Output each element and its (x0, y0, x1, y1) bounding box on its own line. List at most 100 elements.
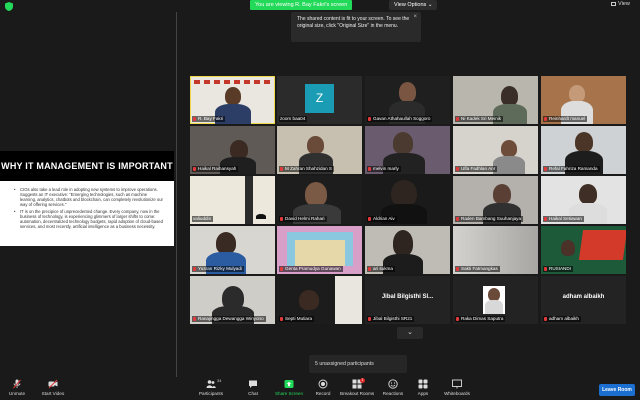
participant-head (501, 140, 517, 157)
participant-tile[interactable]: Septi Mutiara (277, 276, 362, 324)
muted-mic-icon (193, 116, 196, 121)
participant-tile[interactable]: Reinhardt manuel (541, 76, 626, 124)
participants-button[interactable]: 34 Participants (197, 378, 225, 396)
apps-button[interactable]: Apps (414, 379, 432, 396)
participant-tile[interactable]: adham albaikh adham albaikh (541, 276, 626, 324)
participant-tile[interactable]: Ni Kadek Sri Meinik (453, 76, 538, 124)
record-label: Record (315, 391, 331, 396)
participant-tile[interactable]: Jibal Bilgisthi Sl... Jibal Bilgisthi SR… (365, 276, 450, 324)
participant-name: adham albaikh (543, 316, 581, 322)
muted-mic-icon (193, 166, 196, 171)
participant-name: Ni Kadek Sri Meinik (455, 116, 504, 122)
participant-tile[interactable]: Raden Bambang Suuhanjaya (453, 176, 538, 224)
participants-label: Participants (198, 391, 223, 396)
participant-tile[interactable]: Ulfa Fadhlan Anr (453, 126, 538, 174)
participant-name: R. Bay Fakri (192, 116, 226, 122)
participant-tile[interactable]: melvin marly (365, 126, 450, 174)
participant-head (501, 86, 518, 106)
participant-head (391, 180, 417, 206)
participant-name: zoom baa04 (279, 116, 308, 122)
participant-name: Jibal Bilgisthi SR21 (367, 316, 415, 322)
muted-mic-icon (280, 166, 283, 171)
start-video-button[interactable]: Start Video (40, 379, 66, 396)
meeting-toolbar: Unmute Start Video 34 Participants Chat … (0, 378, 640, 400)
panel-splitter[interactable] (176, 12, 177, 377)
grid-icon (611, 1, 616, 6)
breakout-rooms-label: Breakout Rooms (340, 391, 375, 396)
participant-name: Genta Pramudya Gunawan (279, 266, 343, 272)
muted-mic-icon (456, 166, 459, 171)
participant-name: Sakti Fatmangkas (455, 266, 500, 272)
participant-name: Reinhardt manuel (543, 116, 588, 122)
muted-mic-icon (368, 266, 371, 271)
participant-tile[interactable]: ari sukma (365, 226, 450, 274)
participant-tile[interactable]: RUSIANDI (541, 226, 626, 274)
microphone-muted-icon (13, 379, 21, 389)
participant-head (399, 82, 416, 102)
shield-icon[interactable] (5, 2, 13, 11)
chevron-down-icon[interactable]: ⌄ (397, 327, 423, 339)
participant-tile[interactable]: Raka Dimas Saputra (453, 276, 538, 324)
participant-tile[interactable]: Gavan Athahaullah Soggoro (365, 76, 450, 124)
unmute-button[interactable]: Unmute (6, 379, 28, 396)
participant-head (569, 85, 585, 102)
participant-name: Raka Dimas Saputra (455, 316, 506, 322)
unassigned-participants-notice[interactable]: 5 unassigned participants (309, 355, 407, 373)
participant-head (225, 87, 241, 105)
participant-tile[interactable]: Haikal Setiawan (541, 176, 626, 224)
participant-head (393, 230, 413, 256)
record-button[interactable]: Record (313, 379, 333, 396)
shared-screen-slide: WHY IT MANAGEMENT IS IMPORTANT CIOs also… (0, 151, 174, 246)
whiteboard-icon (452, 379, 462, 389)
breakout-rooms-badge: 1 (360, 378, 365, 383)
participant-head (307, 136, 324, 154)
participant-head (493, 184, 511, 204)
participant-name: David Helmi Rahari (279, 216, 327, 222)
participant-tile[interactable]: Refal Fahriza Ramanda (541, 126, 626, 174)
leave-room-button[interactable]: Leave Room (599, 384, 635, 396)
view-options-button[interactable]: View Options ⌄ (389, 0, 438, 10)
breakout-rooms-button[interactable]: 1 Breakout Rooms (340, 378, 375, 396)
participant-tile[interactable]: Haikal Raihansyah (190, 126, 275, 174)
muted-mic-icon (544, 116, 547, 121)
participant-tile[interactable]: Sakti Fatmangkas (453, 226, 538, 274)
participant-tile[interactable]: Aldrian Aiv (365, 176, 450, 224)
participant-head (393, 132, 413, 154)
apps-icon (418, 379, 428, 389)
participant-tile[interactable]: M Zahran Shahzidan S (277, 126, 362, 174)
participant-head (299, 290, 319, 310)
slide-body: CIOs also take a lead role in adopting n… (14, 187, 164, 231)
muted-mic-icon (193, 266, 196, 271)
participant-name: Yusran Rizky Mulyadi (192, 266, 244, 272)
reactions-label: Reactions (382, 391, 404, 396)
slide-bullet: CIOs also take a lead role in adopting n… (14, 187, 164, 207)
close-icon[interactable]: × (413, 14, 417, 21)
tooltip-text: The shared content is fit to your screen… (297, 16, 410, 29)
view-button[interactable]: View (611, 1, 630, 7)
muted-mic-icon (368, 116, 371, 121)
participant-display-name: Jibal Bilgisthi Sl... (381, 294, 434, 300)
participant-tile[interactable]: R. Bay Fakri (190, 76, 275, 124)
participant-tile[interactable]: valiuddin (190, 176, 275, 224)
participant-body (493, 156, 525, 174)
record-icon (318, 379, 328, 389)
share-screen-button[interactable]: Share Screen (274, 379, 304, 396)
reactions-button[interactable]: Reactions (381, 379, 405, 396)
chat-icon (249, 380, 257, 388)
participant-tile[interactable]: Z zoom baa04 (277, 76, 362, 124)
participant-display-name: adham albaikh (562, 294, 605, 300)
participant-tile[interactable]: Yusran Rizky Mulyadi (190, 226, 275, 274)
muted-mic-icon (456, 216, 459, 221)
muted-mic-icon (193, 316, 196, 321)
participant-tile[interactable]: Ranajingga Dewangga Winyono (190, 276, 275, 324)
whiteboards-label: Whiteboards (444, 391, 470, 396)
participant-name: Ranajingga Dewangga Winyono (192, 316, 266, 322)
participant-head (561, 240, 575, 256)
chat-button[interactable]: Chat (245, 379, 261, 396)
participant-name: melvin marly (367, 166, 401, 172)
muted-mic-icon (544, 166, 547, 171)
participant-tile[interactable]: David Helmi Rahari (277, 176, 362, 224)
whiteboards-button[interactable]: Whiteboards (442, 379, 472, 396)
participant-tile[interactable]: Genta Pramudya Gunawan (277, 226, 362, 274)
muted-mic-icon (456, 316, 459, 321)
